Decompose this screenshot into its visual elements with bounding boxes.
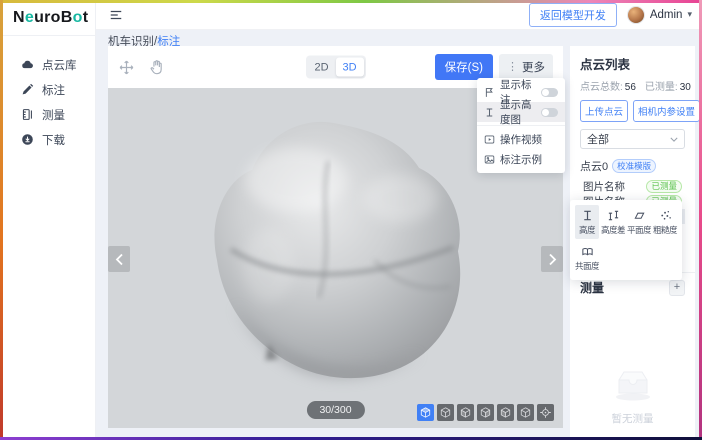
height-icon (484, 107, 495, 118)
measured-badge: 已测量 (646, 180, 682, 193)
panel-stats: 点云总数:56 已测量:30 (580, 78, 685, 93)
total-count: 56 (625, 82, 636, 93)
tooth-3d-model[interactable] (180, 104, 495, 404)
collapse-menu-icon[interactable] (109, 8, 123, 22)
next-cloud-button[interactable] (541, 246, 563, 272)
prev-cloud-button[interactable] (108, 246, 130, 272)
roughness-icon (659, 209, 672, 222)
sidebar-item-download[interactable]: 下载 (0, 127, 95, 152)
pager-indicator: 30/300 (306, 401, 364, 419)
view-cube-front-icon[interactable] (457, 404, 474, 421)
pen-icon (21, 83, 34, 96)
avatar (627, 6, 645, 24)
mode-3d-button[interactable]: 3D (336, 58, 364, 77)
user-menu[interactable]: Admin ▾ (627, 6, 692, 24)
measure-section-title: 测量 (580, 279, 604, 296)
username: Admin (650, 9, 683, 21)
flag-icon (484, 87, 495, 98)
tool-height[interactable]: 高度 (575, 205, 599, 239)
sidebar-item-label: 下载 (42, 132, 65, 148)
sidebar-item-label: 测量 (42, 107, 65, 123)
height-icon (581, 209, 594, 222)
mode-2d-button[interactable]: 2D (308, 58, 336, 77)
app-window: NeuroBot 点云库 标注 测量 下载 返回模型开发 (0, 0, 702, 440)
sidebar-item-annotate[interactable]: 标注 (0, 77, 95, 102)
cloud-name: 点云0 (580, 158, 608, 174)
save-button[interactable]: 保存(S) (435, 54, 493, 80)
empty-box-icon (609, 364, 657, 404)
filter-select[interactable]: 全部 (580, 129, 685, 149)
camera-params-button[interactable]: 相机内参设置 (633, 100, 700, 122)
sidebar-item-label: 标注 (42, 82, 65, 98)
show-annotations-toggle[interactable] (541, 88, 558, 97)
view-cube-iso-icon[interactable] (417, 404, 434, 421)
cloud-icon (21, 58, 34, 71)
topbar: 返回模型开发 Admin ▾ (96, 0, 702, 30)
calibration-template-tag: 校准模版 (612, 159, 656, 173)
menu-item-show-heightmap[interactable]: 显示高度图 (477, 102, 565, 122)
view-orientation-bar (417, 404, 554, 421)
download-icon (21, 133, 34, 146)
view-cube-top-icon[interactable] (437, 404, 454, 421)
cloud-item[interactable]: 点云0 校准模版 (580, 158, 685, 174)
hand-tool-icon[interactable] (148, 59, 165, 76)
sidebar-nav: 点云库 标注 测量 下载 (0, 36, 95, 152)
panel-title: 点云列表 (580, 54, 685, 73)
view-cube-back-icon[interactable] (517, 404, 534, 421)
more-dropdown-menu: 显示标注 显示高度图 操作视频 标注示例 (477, 78, 565, 173)
show-heightmap-toggle[interactable] (541, 108, 558, 117)
tool-coplanarity[interactable]: 共面度 (575, 241, 599, 275)
back-to-model-dev-button[interactable]: 返回模型开发 (529, 3, 617, 27)
vertical-dots-icon: ⋮ (507, 62, 518, 73)
coplanarity-icon (581, 245, 594, 258)
tool-roughness[interactable]: 粗糙度 (653, 205, 677, 239)
measure-tools-popup: 高度 高度差 平面度 粗糙度 共面度 (570, 200, 682, 280)
sidebar-item-measure[interactable]: 测量 (0, 102, 95, 127)
video-icon (484, 134, 495, 145)
tool-height-diff[interactable]: 高度差 (601, 205, 625, 239)
upload-pointcloud-button[interactable]: 上传点云 (580, 100, 628, 122)
menu-item-annotation-example[interactable]: 标注示例 (477, 149, 565, 169)
app-logo: NeuroBot (0, 0, 95, 27)
chevron-down-icon: ▾ (687, 9, 692, 20)
tool-flatness[interactable]: 平面度 (627, 205, 651, 239)
image-icon (484, 154, 495, 165)
move-tool-icon[interactable] (118, 59, 135, 76)
chevron-down-icon (670, 137, 678, 142)
view-mode-toggle: 2D 3D (306, 56, 366, 79)
menu-item-tutorial-video[interactable]: 操作视频 (477, 129, 565, 149)
sidebar-item-pointcloud-library[interactable]: 点云库 (0, 52, 95, 77)
empty-state: 暂无测量 (570, 364, 695, 426)
recenter-target-icon[interactable] (537, 404, 554, 421)
sidebar-item-label: 点云库 (42, 57, 77, 73)
sidebar: NeuroBot 点云库 标注 测量 下载 (0, 0, 96, 440)
empty-text: 暂无测量 (570, 411, 695, 426)
view-cube-right-icon[interactable] (497, 404, 514, 421)
flatness-icon (633, 209, 646, 222)
add-measure-button[interactable]: + (669, 280, 685, 296)
measured-count: 30 (680, 82, 691, 93)
ruler-icon (21, 108, 34, 121)
view-cube-left-icon[interactable] (477, 404, 494, 421)
image-row[interactable]: 图片名称 已测量 (580, 179, 685, 194)
height-diff-icon (607, 209, 620, 222)
